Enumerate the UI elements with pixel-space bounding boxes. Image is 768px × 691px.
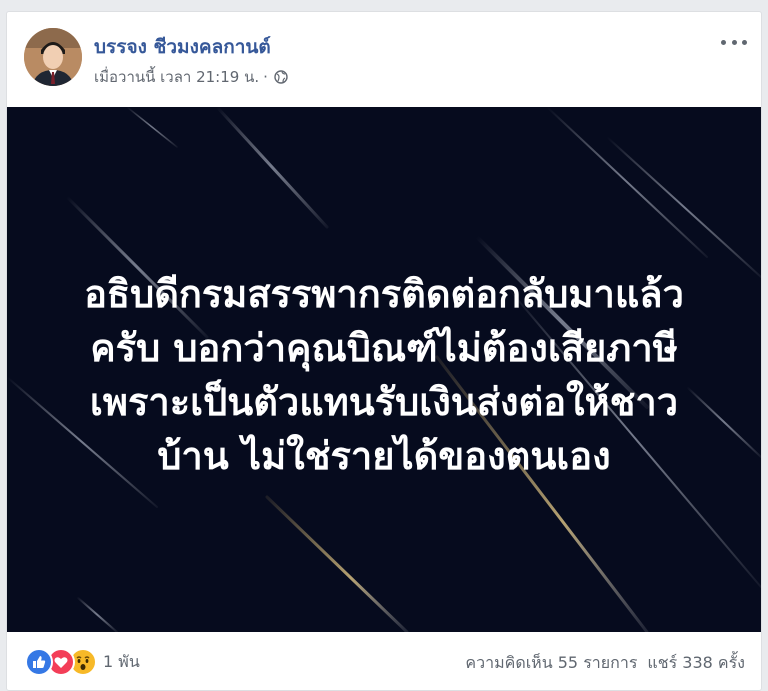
- dot: [721, 39, 726, 45]
- comments-count[interactable]: ความคิดเห็น 55 รายการ: [465, 653, 637, 672]
- reactions-summary[interactable]: 1 พัน: [25, 648, 140, 676]
- caption-line: เพราะเป็นตัวแทนรับเงินส่งต่อให้ชาว: [89, 380, 679, 424]
- dot: [742, 39, 747, 45]
- caption-line: บ้าน ไม่ใช่รายได้ของตนเอง: [157, 434, 611, 478]
- globe-icon[interactable]: [274, 70, 288, 84]
- more-options-icon[interactable]: [721, 32, 747, 52]
- post-meta: เมื่อวานนี้ เวลา 21:19 น. ·: [94, 65, 288, 89]
- post-timestamp[interactable]: เมื่อวานนี้ เวลา 21:19 น.: [94, 65, 259, 89]
- caption-line: ครับ บอกว่าคุณบิณฑ์ไม่ต้องเสียภาษี: [90, 326, 678, 370]
- post-card: บรรจง ชีวมงคลกานต์ เมื่อวานนี้ เวลา 21:1…: [6, 11, 762, 691]
- image-caption: อธิบดีกรมสรรพากรติดต่อกลับมาแล้ว ครับ บอ…: [7, 267, 761, 483]
- dot: [731, 39, 737, 45]
- post-header: บรรจง ชีวมงคลกานต์ เมื่อวานนี้ เวลา 21:1…: [7, 12, 761, 107]
- engagement-stats: ความคิดเห็น 55 รายการ แชร์ 338 ครั้ง: [465, 651, 745, 676]
- avatar[interactable]: [24, 28, 82, 86]
- like-icon: [25, 648, 53, 676]
- shares-count[interactable]: แชร์ 338 ครั้ง: [647, 653, 745, 672]
- meta-separator: ·: [263, 68, 268, 86]
- caption-line: อธิบดีกรมสรรพากรติดต่อกลับมาแล้ว: [84, 272, 684, 316]
- reaction-count: 1 พัน: [103, 651, 140, 671]
- post-image[interactable]: อธิบดีกรมสรรพากรติดต่อกลับมาแล้ว ครับ บอ…: [7, 107, 761, 632]
- author-name[interactable]: บรรจง ชีวมงคลกานต์: [94, 32, 271, 62]
- post-footer: 1 พัน ความคิดเห็น 55 รายการ แชร์ 338 ครั้…: [7, 632, 761, 690]
